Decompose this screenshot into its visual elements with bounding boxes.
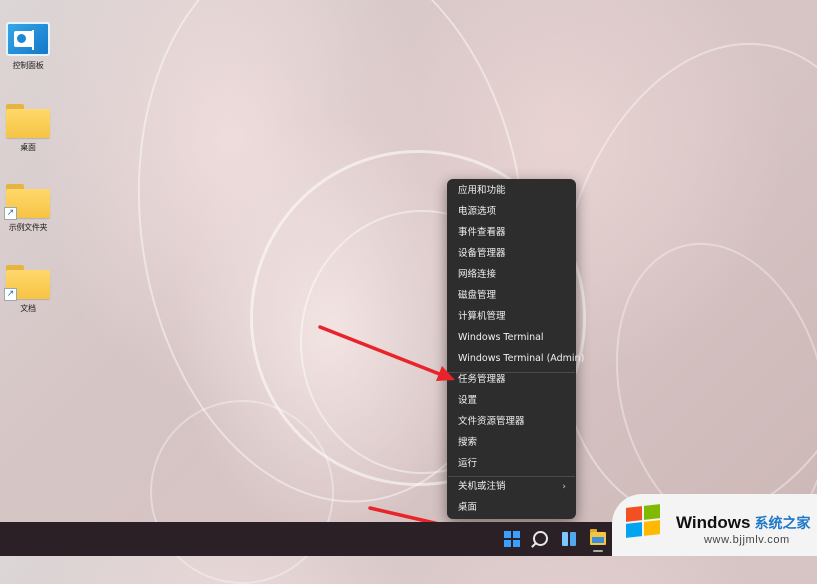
site-watermark: Windows 系统之家 www.bjjmlv.com bbox=[612, 494, 817, 556]
start-icon bbox=[504, 531, 520, 547]
annotation-arrows bbox=[318, 325, 508, 543]
menu-item-run[interactable]: 运行 bbox=[447, 454, 576, 474]
folder-shortcut-icon: ↗ bbox=[4, 265, 50, 301]
menu-item-disk-management[interactable]: 磁盘管理 bbox=[447, 286, 576, 306]
folder-shortcut-icon: ↗ bbox=[4, 184, 50, 220]
menu-item-desktop[interactable]: 桌面 bbox=[447, 498, 576, 518]
menu-item-device-manager[interactable]: 设备管理器 bbox=[447, 244, 576, 264]
menu-item-file-explorer[interactable]: 文件资源管理器 bbox=[447, 412, 576, 432]
menu-item-network-connections[interactable]: 网络连接 bbox=[447, 265, 576, 285]
desktop-icon-desktop-folder[interactable]: 桌面 bbox=[2, 104, 54, 153]
menu-item-apps-features[interactable]: 应用和功能 bbox=[447, 181, 576, 201]
desktop-icon-sample-folder[interactable]: ↗ 示例文件夹 bbox=[2, 184, 54, 233]
menu-item-settings[interactable]: 设置 bbox=[447, 391, 576, 411]
desktop-icon-label: 控制面板 bbox=[12, 61, 44, 70]
menu-item-windows-terminal[interactable]: Windows Terminal bbox=[447, 328, 576, 348]
desktop-icon-label: 文档 bbox=[20, 304, 36, 313]
desktop-icon-label: 桌面 bbox=[20, 143, 36, 152]
watermark-brand: Windows bbox=[676, 513, 751, 532]
control-panel-icon bbox=[6, 22, 50, 56]
search-icon bbox=[533, 531, 548, 546]
menu-item-computer-management[interactable]: 计算机管理 bbox=[447, 307, 576, 327]
file-explorer-icon bbox=[590, 529, 606, 545]
taskbar-search-button[interactable] bbox=[527, 526, 553, 552]
windows-logo-icon bbox=[626, 504, 664, 541]
menu-item-shutdown-signout[interactable]: 关机或注销 › bbox=[447, 477, 576, 497]
running-indicator bbox=[593, 550, 603, 552]
menu-item-power-options[interactable]: 电源选项 bbox=[447, 202, 576, 222]
menu-item-event-viewer[interactable]: 事件查看器 bbox=[447, 223, 576, 243]
desktop-icon-documents[interactable]: ↗ 文档 bbox=[2, 265, 54, 314]
watermark-url: www.bjjmlv.com bbox=[704, 534, 790, 546]
widgets-icon bbox=[562, 532, 576, 546]
folder-icon bbox=[6, 104, 50, 138]
taskbar-file-explorer-button[interactable] bbox=[585, 526, 611, 552]
taskbar-widgets-button[interactable] bbox=[556, 526, 582, 552]
shortcut-arrow-icon: ↗ bbox=[4, 288, 17, 301]
watermark-brand-cn: 系统之家 bbox=[754, 515, 811, 531]
desktop-icon-control-panel[interactable]: 控制面板 bbox=[2, 22, 54, 71]
shortcut-arrow-icon: ↗ bbox=[4, 207, 17, 220]
wallpaper-petal bbox=[150, 400, 334, 584]
menu-item-label: 关机或注销 bbox=[458, 481, 506, 492]
menu-item-search[interactable]: 搜索 bbox=[447, 433, 576, 453]
menu-item-task-manager[interactable]: 任务管理器 bbox=[447, 370, 576, 390]
desktop-icon-label: 示例文件夹 bbox=[8, 223, 48, 232]
arrow-to-task-manager bbox=[318, 325, 455, 381]
menu-item-windows-terminal-admin[interactable]: Windows Terminal (Admin) bbox=[447, 349, 584, 369]
chevron-right-icon: › bbox=[562, 482, 566, 492]
start-context-menu: 应用和功能 电源选项 事件查看器 设备管理器 网络连接 磁盘管理 计算机管理 W… bbox=[447, 179, 584, 519]
watermark-title: Windows 系统之家 bbox=[676, 513, 810, 533]
start-button[interactable] bbox=[499, 526, 525, 552]
